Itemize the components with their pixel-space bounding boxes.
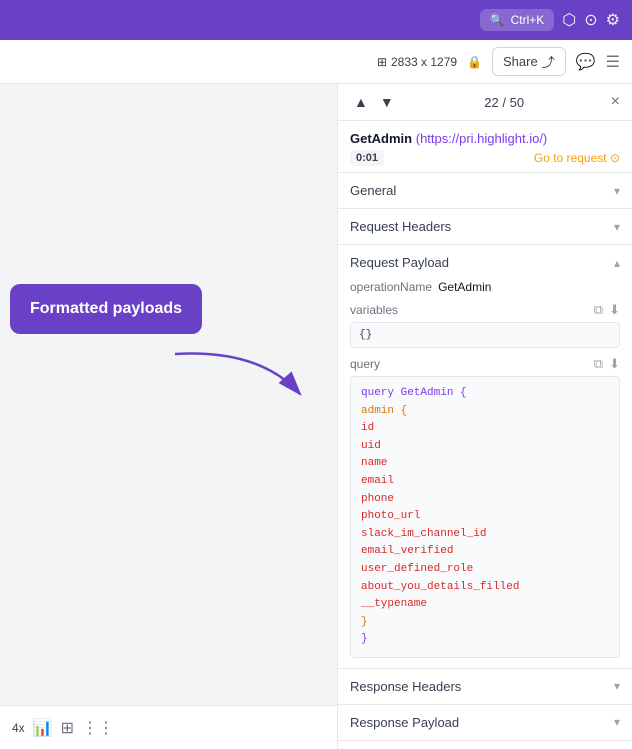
search-shortcut: Ctrl+K — [511, 13, 545, 27]
request-name: GetAdmin (https://pri.highlight.io/) — [350, 131, 620, 146]
right-panel: ▲ ▼ 22 / 50 × GetAdmin (https://pri.high… — [337, 84, 632, 749]
query-code-line: phone — [361, 491, 609, 509]
response-headers-title: Response Headers — [350, 679, 461, 694]
close-button[interactable]: × — [611, 93, 620, 111]
query-label: query — [350, 357, 380, 371]
general-chevron-icon: ▾ — [614, 184, 620, 198]
variables-icon-group: ⧉ ⬇ — [594, 302, 620, 318]
query-code-line: } — [361, 631, 609, 649]
query-code-line: photo_url — [361, 508, 609, 526]
general-section-header[interactable]: General ▾ — [338, 173, 632, 209]
top-bar: 🔍 Ctrl+K ⬡ ⊙ ⚙ — [0, 0, 632, 40]
variables-row: variables ⧉ ⬇ — [350, 302, 620, 318]
query-code-line: uid — [361, 438, 609, 456]
request-url: (https://pri.highlight.io/) — [416, 131, 548, 146]
timestamp: 0:01 — [350, 150, 384, 166]
request-payload-section: Request Payload ▴ operationName GetAdmin… — [338, 245, 632, 669]
query-code-line: query GetAdmin { — [361, 385, 609, 403]
variables-code-block: {} — [350, 322, 620, 348]
query-code-line: about_you_details_filled — [361, 579, 609, 597]
settings-icon[interactable]: ⚙ — [606, 10, 620, 30]
general-section-title: General — [350, 183, 396, 198]
request-meta: 0:01 Go to request ⊙ — [350, 150, 620, 166]
operation-row: operationName GetAdmin — [350, 280, 620, 294]
response-payload-chevron-icon: ▾ — [614, 715, 620, 729]
left-panel: Formatted payloads 4x 📊 ⊞ ⋮⋮ — [0, 84, 337, 749]
nav-row: ▲ ▼ 22 / 50 × — [338, 84, 632, 121]
search-icon: 🔍 — [490, 13, 505, 27]
operation-label: operationName — [350, 280, 432, 294]
query-code-block: query GetAdmin { admin { id uid name ema… — [350, 376, 620, 658]
nav-arrows: ▲ ▼ — [350, 92, 398, 112]
search-box[interactable]: 🔍 Ctrl+K — [480, 9, 555, 31]
main-layout: Formatted payloads 4x 📊 ⊞ ⋮⋮ — [0, 84, 632, 749]
request-payload-title: Request Payload — [350, 255, 449, 270]
callout-arrow — [170, 344, 310, 419]
payload-content: operationName GetAdmin variables ⧉ ⬇ {} — [338, 280, 632, 668]
callout-label: Formatted payloads — [30, 300, 182, 317]
request-payload-chevron-icon: ▴ — [614, 256, 620, 270]
bar-chart-icon[interactable]: 📊 — [33, 718, 53, 738]
query-code-line: __typename — [361, 596, 609, 614]
nav-down-button[interactable]: ▼ — [376, 92, 398, 112]
grid-icon[interactable]: ⊞ — [61, 718, 74, 738]
nav-up-button[interactable]: ▲ — [350, 92, 372, 112]
variables-label: variables — [350, 303, 398, 317]
menu-icon[interactable]: ☰ — [606, 52, 620, 72]
zoom-level: 4x — [12, 721, 25, 735]
share-button[interactable]: Share ⤴ — [492, 47, 566, 76]
chat-icon[interactable]: 💬 — [576, 52, 596, 72]
query-row: query ⧉ ⬇ — [350, 356, 620, 372]
request-title-area: GetAdmin (https://pri.highlight.io/) 0:0… — [338, 121, 632, 173]
download-variables-icon[interactable]: ⬇ — [609, 302, 620, 318]
request-payload-header[interactable]: Request Payload ▴ — [338, 245, 632, 280]
lock-icon: 🔒 — [467, 55, 482, 69]
apps-icon[interactable]: ⋮⋮ — [82, 718, 114, 738]
response-payload-title: Response Payload — [350, 715, 459, 730]
query-code-line: user_defined_role — [361, 561, 609, 579]
go-to-request-link[interactable]: Go to request ⊙ — [534, 151, 620, 165]
github-icon[interactable]: ⊙ — [584, 10, 597, 30]
dimensions-value: 2833 x 1279 — [391, 55, 457, 69]
download-query-icon[interactable]: ⬇ — [609, 356, 620, 372]
response-headers-chevron-icon: ▾ — [614, 679, 620, 693]
query-code-line: } — [361, 614, 609, 632]
query-code-line: slack_im_channel_id — [361, 526, 609, 544]
copy-query-icon[interactable]: ⧉ — [594, 356, 603, 372]
query-code-line: email_verified — [361, 543, 609, 561]
query-code-line: name — [361, 455, 609, 473]
bottom-bar: 4x 📊 ⊞ ⋮⋮ — [0, 705, 337, 749]
copy-variables-icon[interactable]: ⧉ — [594, 302, 603, 318]
request-headers-title: Request Headers — [350, 219, 451, 234]
discord-icon[interactable]: ⬡ — [562, 10, 576, 30]
query-code-line: id — [361, 420, 609, 438]
callout-tooltip: Formatted payloads — [10, 284, 202, 334]
sub-header: ⊞ 2833 x 1279 🔒 Share ⤴ 💬 ☰ — [0, 40, 632, 84]
response-headers-section-header[interactable]: Response Headers ▾ — [338, 669, 632, 705]
resize-icon: ⊞ — [377, 55, 387, 69]
query-icon-group: ⧉ ⬇ — [594, 356, 620, 372]
request-headers-section-header[interactable]: Request Headers ▾ — [338, 209, 632, 245]
share-icon: ⤴ — [542, 52, 555, 71]
response-payload-section-header[interactable]: Response Payload ▾ — [338, 705, 632, 741]
query-code-line: admin { — [361, 403, 609, 421]
arrow-icon: ⊙ — [610, 151, 620, 165]
variables-value: {} — [359, 329, 372, 341]
nav-count: 22 / 50 — [404, 95, 605, 110]
request-headers-chevron-icon: ▾ — [614, 220, 620, 234]
operation-value: GetAdmin — [438, 280, 491, 294]
query-code-line: email — [361, 473, 609, 491]
dimensions-badge: ⊞ 2833 x 1279 — [377, 55, 457, 69]
